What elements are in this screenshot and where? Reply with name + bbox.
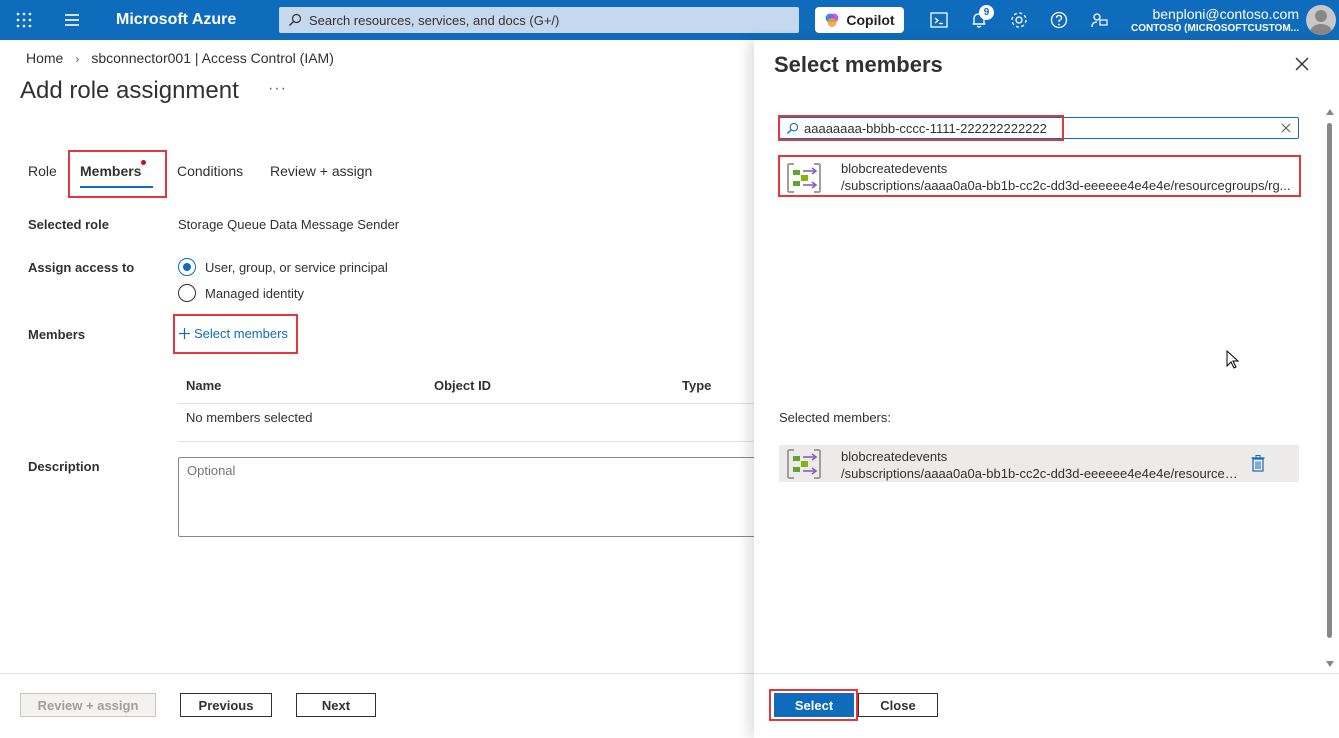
trash-icon[interactable] — [1251, 455, 1265, 472]
breadcrumb-resource[interactable]: sbconnector001 | Access Control (IAM) — [91, 50, 334, 66]
assign-access-label: Assign access to — [28, 260, 135, 275]
radio-selected-indicator — [178, 258, 196, 276]
highlight-select-button — [769, 689, 858, 721]
tab-conditions[interactable]: Conditions — [177, 163, 243, 179]
copilot-label: Copilot — [846, 12, 895, 28]
global-search-placeholder: Search resources, services, and docs (G+… — [309, 12, 560, 28]
breadcrumb: Home › sbconnector001 | Access Control (… — [26, 50, 334, 66]
avatar[interactable] — [1306, 5, 1336, 35]
tab-role[interactable]: Role — [28, 163, 57, 179]
description-label: Description — [28, 459, 100, 474]
divider — [754, 673, 1339, 674]
scroll-thumb[interactable] — [1327, 123, 1332, 638]
person-icon — [1310, 10, 1332, 35]
brand-title[interactable]: Microsoft Azure — [116, 11, 236, 29]
highlight-members-tab — [68, 150, 167, 198]
feedback-icon[interactable] — [1089, 10, 1109, 30]
selected-role-label: Selected role — [28, 217, 109, 232]
selected-members-label: Selected members: — [779, 410, 891, 425]
selected-item-path: /subscriptions/aaaa0a0a-bb1b-cc2c-dd3d-e… — [841, 466, 1241, 481]
radio-user-group-label: User, group, or service principal — [205, 259, 388, 275]
col-header-object-id[interactable]: Object ID — [434, 378, 491, 393]
account-menu[interactable]: benploni@contoso.com CONTOSO (MICROSOFTC… — [1131, 6, 1299, 34]
user-tenant: CONTOSO (MICROSOFTCUSTOM... — [1131, 23, 1299, 34]
hamburger-icon[interactable] — [63, 11, 81, 29]
selected-member-item: blobcreatedevents /subscriptions/aaaa0a0… — [779, 445, 1299, 482]
breadcrumb-home[interactable]: Home — [26, 50, 63, 66]
radio-managed-identity[interactable]: Managed identity — [178, 284, 304, 302]
selected-item-name: blobcreatedevents — [841, 449, 948, 464]
radio-unselected-indicator — [178, 284, 196, 302]
cloud-shell-icon[interactable] — [929, 10, 949, 30]
scroll-down-icon[interactable] — [1326, 661, 1334, 667]
divider — [178, 441, 754, 442]
copilot-icon — [825, 13, 839, 27]
chevron-right-icon: › — [75, 52, 80, 66]
divider — [0, 673, 754, 674]
page-title: Add role assignment — [20, 77, 239, 104]
description-field[interactable] — [178, 457, 758, 537]
next-button[interactable]: Next — [296, 693, 376, 717]
previous-button[interactable]: Previous — [180, 693, 272, 717]
panel-title: Select members — [774, 52, 943, 77]
review-assign-button[interactable]: Review + assign — [20, 693, 156, 717]
highlight-select-members — [173, 314, 298, 354]
divider — [178, 403, 754, 404]
gear-icon[interactable] — [1009, 10, 1029, 30]
global-search[interactable]: Search resources, services, and docs (G+… — [279, 7, 799, 33]
close-button[interactable]: Close — [858, 693, 938, 717]
radio-managed-identity-label: Managed identity — [205, 285, 305, 301]
highlight-search-result — [778, 155, 1301, 197]
event-grid-topic-icon — [787, 449, 821, 479]
copilot-button[interactable]: Copilot — [815, 7, 904, 33]
notification-badge: 9 — [979, 5, 994, 20]
panel-scrollbar[interactable] — [1325, 107, 1335, 672]
mouse-cursor-icon — [1226, 350, 1240, 369]
waffle-icon[interactable] — [15, 11, 33, 29]
members-label: Members — [28, 327, 86, 342]
search-icon — [289, 13, 302, 26]
help-icon[interactable] — [1049, 10, 1069, 30]
col-header-name[interactable]: Name — [186, 378, 221, 393]
select-members-panel: Select members blobcreatedevents /su — [754, 40, 1339, 738]
clear-icon[interactable] — [1280, 122, 1292, 134]
top-bar: Microsoft Azure Search resources, servic… — [0, 0, 1339, 40]
radio-user-group[interactable]: User, group, or service principal — [178, 258, 388, 276]
col-header-type[interactable]: Type — [682, 378, 711, 393]
selected-role-value: Storage Queue Data Message Sender — [178, 217, 400, 232]
close-icon[interactable] — [1294, 56, 1310, 72]
more-options-icon[interactable]: ··· — [268, 80, 287, 98]
user-email: benploni@contoso.com — [1152, 6, 1299, 22]
tab-review-assign[interactable]: Review + assign — [270, 163, 372, 179]
highlight-search — [778, 115, 1064, 141]
table-empty-message: No members selected — [186, 410, 313, 425]
scroll-up-icon[interactable] — [1326, 109, 1334, 115]
